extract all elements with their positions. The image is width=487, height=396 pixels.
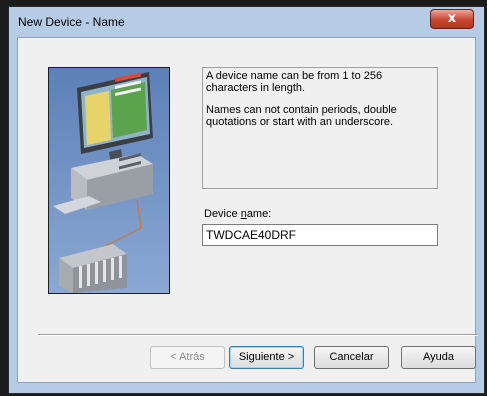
next-button[interactable]: Siguiente > <box>229 346 304 369</box>
cancel-button[interactable]: Cancelar <box>314 346 389 369</box>
help-button[interactable]: Ayuda <box>401 346 476 369</box>
info-text-restrictions: Names can not contain periods, double qu… <box>206 104 397 128</box>
info-panel: A device name can be from 1 to 256 chara… <box>202 67 438 189</box>
device-name-input[interactable] <box>202 224 438 246</box>
title-bar: New Device - Name x <box>9 7 484 37</box>
close-icon: x <box>447 11 457 26</box>
computer-plc-illustration-icon <box>49 68 169 293</box>
back-button[interactable]: < Atrás <box>150 346 225 369</box>
dialog-body: A device name can be from 1 to 256 chara… <box>17 37 478 383</box>
button-divider <box>38 334 478 336</box>
device-network-illustration <box>48 67 170 294</box>
window-title: New Device - Name <box>18 15 125 29</box>
device-name-label: Device name: <box>204 208 272 220</box>
dialog-window: New Device - Name x A device name can be… <box>8 6 485 394</box>
close-button[interactable]: x <box>430 9 474 29</box>
info-text-length: A device name can be from 1 to 256 chara… <box>206 70 383 94</box>
